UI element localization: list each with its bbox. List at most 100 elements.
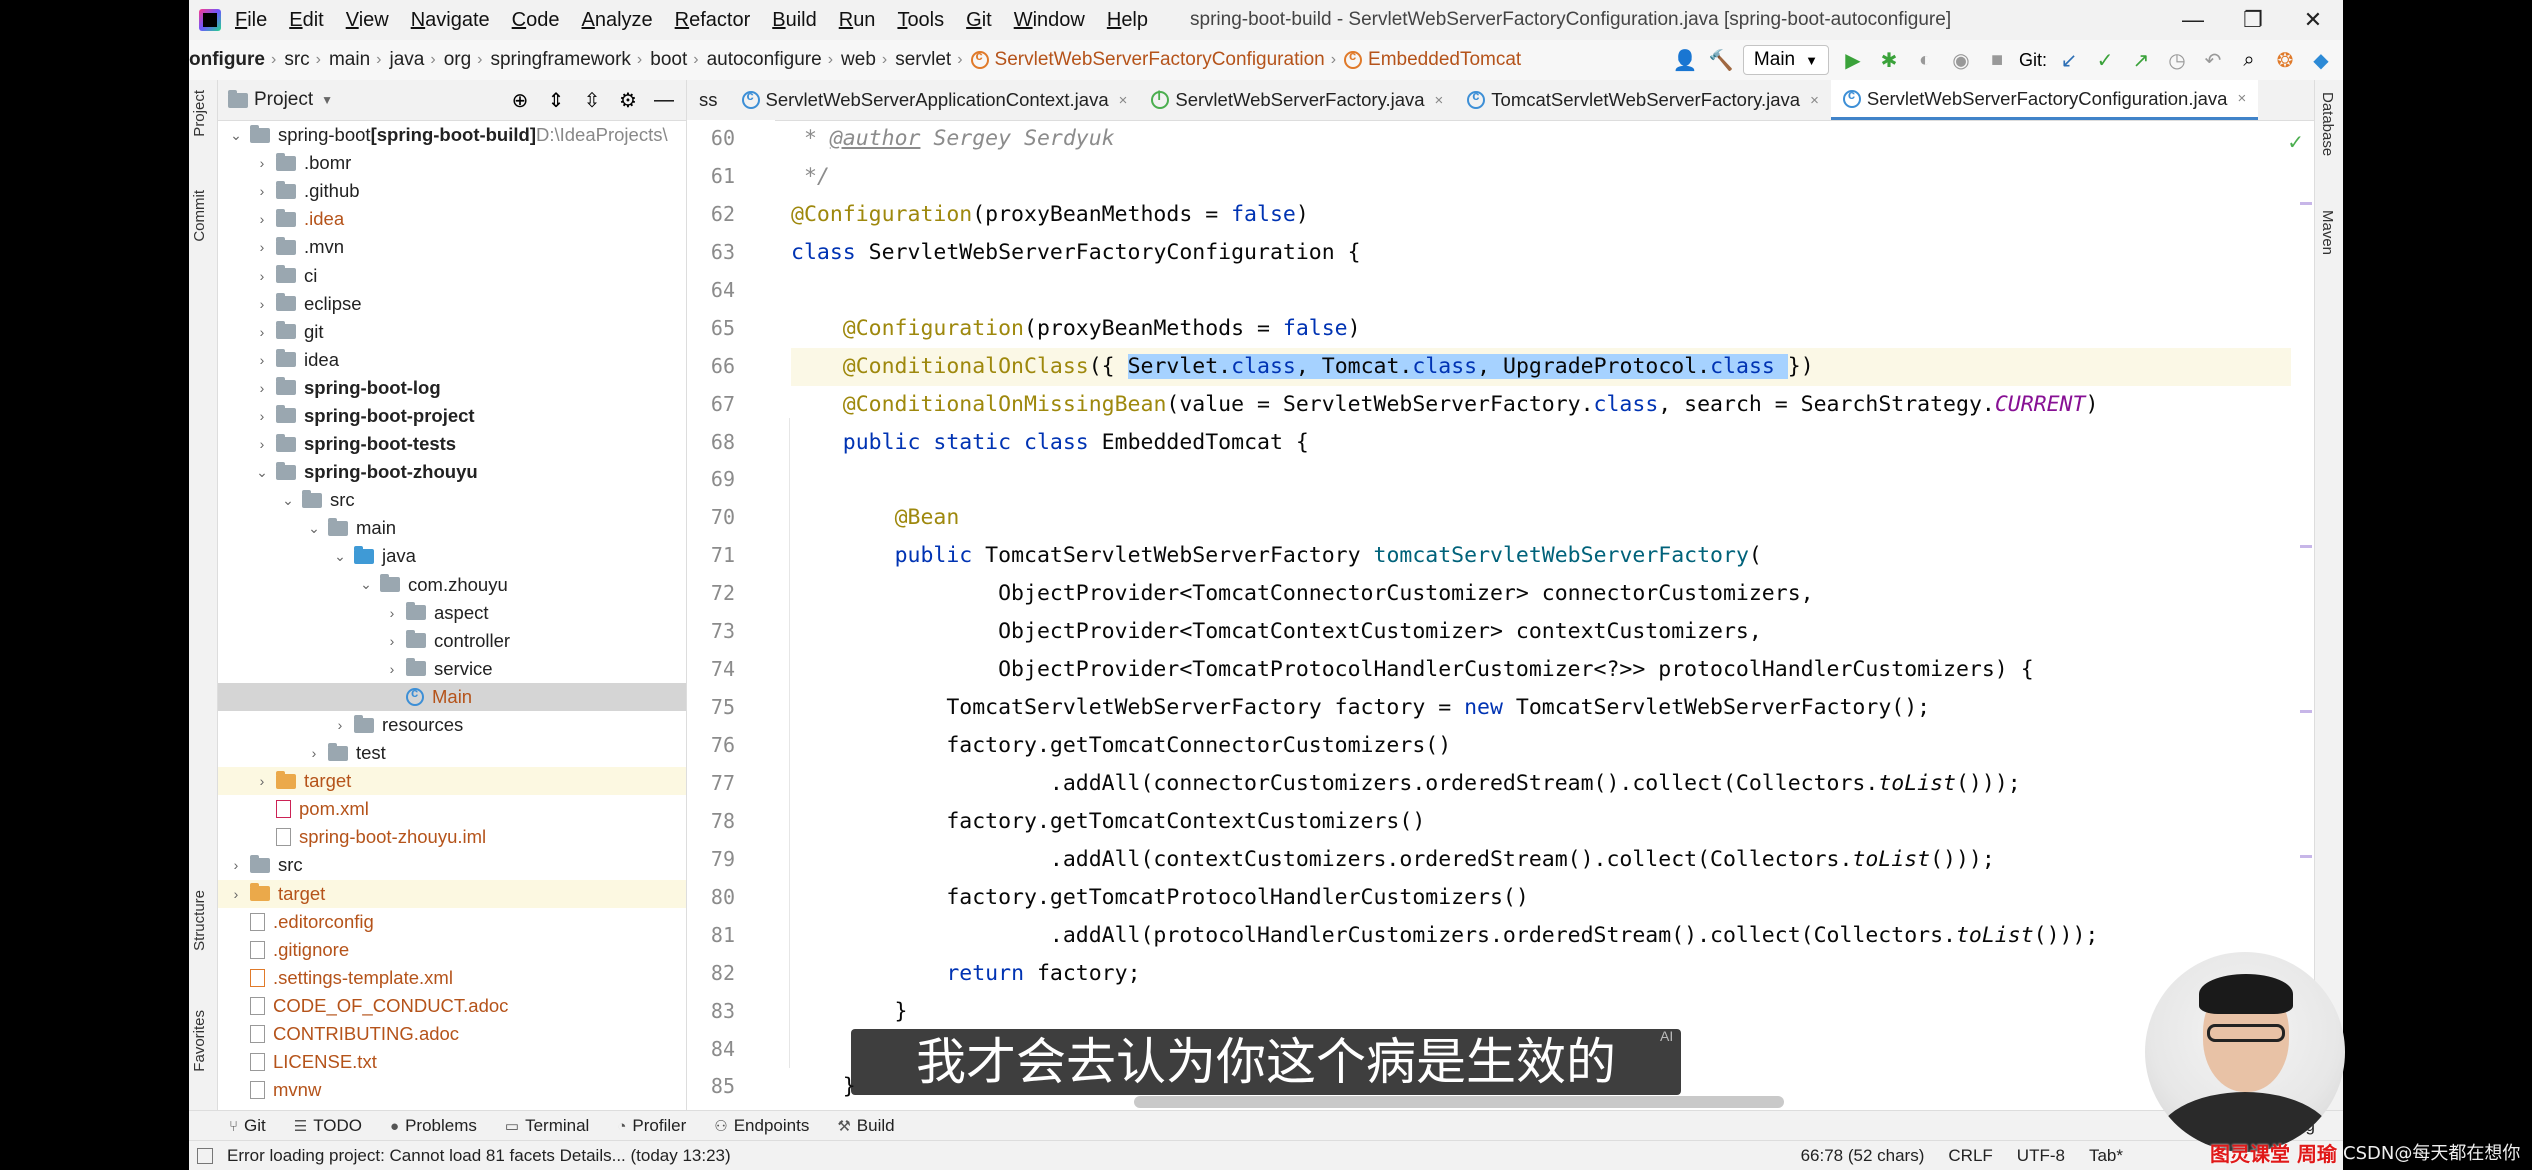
menu-item-help[interactable]: Help (1107, 9, 1148, 32)
editor-tab[interactable]: ServletWebServerApplicationContext.java × (730, 80, 1140, 120)
tree-item[interactable]: ⌄ src (218, 486, 686, 514)
editor-tab[interactable]: TomcatServletWebServerFactory.java × (1455, 80, 1831, 120)
gear-icon[interactable]: ⚙ (614, 86, 642, 114)
stop-icon[interactable]: ■ (1983, 46, 2011, 74)
tree-item[interactable]: CONTRIBUTING.adoc (218, 1020, 686, 1048)
tree-item[interactable]: Main (218, 682, 686, 711)
chevron-right-icon[interactable]: › (254, 183, 270, 199)
minimize-button[interactable]: — (2163, 0, 2223, 40)
breadcrumb-item[interactable]: org › (444, 49, 491, 71)
tree-item[interactable]: › ci (218, 261, 686, 289)
close-icon[interactable]: × (1119, 92, 1128, 109)
tool-window-endpoints[interactable]: ⚇ Endpoints (714, 1116, 809, 1136)
breadcrumb-item[interactable]: springframework › (490, 49, 650, 71)
user-icon[interactable]: 👤 (1671, 46, 1699, 74)
code-line[interactable]: .addAll(connectorCustomizers.orderedStre… (791, 765, 2291, 803)
close-icon[interactable]: × (1435, 92, 1444, 109)
history-icon[interactable]: ◷ (2163, 46, 2191, 74)
chevron-right-icon[interactable]: › (254, 324, 270, 340)
code-line[interactable] (791, 461, 2291, 499)
code-line[interactable]: class ServletWebServerFactoryConfigurati… (791, 234, 2291, 272)
chevron-right-icon[interactable]: › (384, 633, 400, 649)
tree-item[interactable]: spring-boot-zhouyu.iml (218, 823, 686, 851)
code-line[interactable]: * @author Sergey Serdyuk (791, 120, 2291, 158)
editor-scrollbar[interactable] (2300, 120, 2312, 1080)
chevron-down-icon[interactable]: ⌄ (358, 576, 374, 593)
editor-tab[interactable]: ss (687, 80, 730, 120)
breadcrumb-item[interactable]: src › (284, 49, 329, 71)
code-line[interactable]: @Configuration(proxyBeanMethods = false) (791, 196, 2291, 234)
tool-tab-structure[interactable]: Structure (191, 890, 208, 951)
tree-item[interactable]: ⌄ java (218, 542, 686, 570)
code-line[interactable]: } (791, 993, 2291, 1031)
chevron-right-icon[interactable]: › (384, 605, 400, 621)
git-push-icon[interactable]: ↗ (2127, 46, 2155, 74)
tool-window-build[interactable]: ⚒ Build (837, 1116, 894, 1136)
menu-item-git[interactable]: Git (966, 9, 992, 32)
chevron-right-icon[interactable]: › (254, 380, 270, 396)
menu-item-run[interactable]: Run (839, 9, 876, 32)
code-line[interactable]: .addAll(protocolHandlerCustomizers.order… (791, 917, 2291, 955)
tree-item[interactable]: ⌄ spring-boot-zhouyu (218, 458, 686, 486)
tree-item[interactable]: › target (218, 879, 686, 908)
chevron-right-icon[interactable]: › (254, 352, 270, 368)
update-icon[interactable]: ❂ (2271, 46, 2299, 74)
chevron-down-icon[interactable]: ⌄ (280, 492, 296, 509)
chevron-down-icon[interactable]: ⌄ (228, 127, 244, 144)
close-icon[interactable]: × (2237, 90, 2246, 107)
profile-icon[interactable]: ◉ (1947, 46, 1975, 74)
code-line[interactable]: @ConditionalOnClass({ Servlet.class, Tom… (791, 347, 2291, 386)
plugin-icon[interactable]: ◆ (2307, 46, 2335, 74)
tree-item[interactable]: ⌄ com.zhouyu (218, 571, 686, 599)
chevron-down-icon[interactable]: ⌄ (306, 520, 322, 537)
tool-tab-database[interactable]: Database (2319, 92, 2336, 156)
tree-item[interactable]: › idea (218, 346, 686, 374)
breadcrumb-item[interactable]: web › (841, 49, 895, 71)
code-line[interactable]: .addAll(contextCustomizers.orderedStream… (791, 841, 2291, 879)
chevron-right-icon[interactable]: › (254, 436, 270, 452)
code-area[interactable]: * @author Sergey Serdyuk */@Configuratio… (791, 120, 2291, 1110)
tree-item[interactable]: › .bomr (218, 149, 686, 177)
indent-setting[interactable]: Tab* (2089, 1146, 2123, 1166)
tree-item[interactable]: › .idea (218, 205, 686, 233)
tool-tab-commit[interactable]: Commit (191, 190, 208, 242)
menu-item-refactor[interactable]: Refactor (675, 9, 751, 32)
horizontal-scrollbar-thumb[interactable] (1134, 1096, 1784, 1108)
tree-item[interactable]: ⌄ spring-boot [spring-boot-build] D:\Idea… (218, 121, 686, 149)
line-separator[interactable]: CRLF (1948, 1146, 1992, 1166)
project-view-select[interactable]: Project (254, 89, 313, 111)
file-encoding[interactable]: UTF-8 (2017, 1146, 2065, 1166)
breadcrumb-item[interactable]: boot › (650, 49, 706, 71)
tree-item[interactable]: › aspect (218, 599, 686, 627)
chevron-right-icon[interactable]: › (254, 296, 270, 312)
tool-window-todo[interactable]: ☰ TODO (294, 1116, 362, 1136)
menu-item-edit[interactable]: Edit (289, 9, 323, 32)
chevron-right-icon[interactable]: › (228, 886, 244, 902)
code-line[interactable]: factory.getTomcatConnectorCustomizers() (791, 727, 2291, 765)
code-line[interactable]: @Bean (791, 499, 2291, 537)
code-line[interactable]: ObjectProvider<TomcatContextCustomizer> … (791, 613, 2291, 651)
breadcrumb-item[interactable]: main › (329, 49, 390, 71)
tree-item[interactable]: › .github (218, 177, 686, 205)
git-update-icon[interactable]: ↙ (2055, 46, 2083, 74)
tree-item[interactable]: .settings-template.xml (218, 964, 686, 992)
tree-item[interactable]: › test (218, 739, 686, 767)
chevron-right-icon[interactable]: › (254, 408, 270, 424)
chevron-right-icon[interactable]: › (332, 717, 348, 733)
tree-item[interactable]: › target (218, 767, 686, 796)
git-commit-icon[interactable]: ✓ (2091, 46, 2119, 74)
debug-icon[interactable]: ✱ (1875, 46, 1903, 74)
breadcrumb-inner-class[interactable]: EmbeddedTomcat (1344, 48, 1521, 71)
breadcrumb-item[interactable]: servlet › (895, 49, 970, 71)
code-line[interactable]: factory.getTomcatProtocolHandlerCustomiz… (791, 879, 2291, 917)
code-line[interactable]: @Configuration(proxyBeanMethods = false) (791, 310, 2291, 348)
tree-item[interactable]: › spring-boot-project (218, 402, 686, 430)
editor-tab[interactable]: ServletWebServerFactory.java × (1139, 80, 1455, 120)
tree-item[interactable]: .gitignore (218, 936, 686, 964)
close-icon[interactable]: × (1810, 92, 1819, 109)
tree-item[interactable]: .editorconfig (218, 908, 686, 936)
tool-tab-favorites[interactable]: Favorites (191, 1010, 208, 1072)
menu-item-code[interactable]: Code (512, 9, 560, 32)
tree-item[interactable]: CODE_OF_CONDUCT.adoc (218, 992, 686, 1020)
chevron-right-icon[interactable]: › (306, 745, 322, 761)
